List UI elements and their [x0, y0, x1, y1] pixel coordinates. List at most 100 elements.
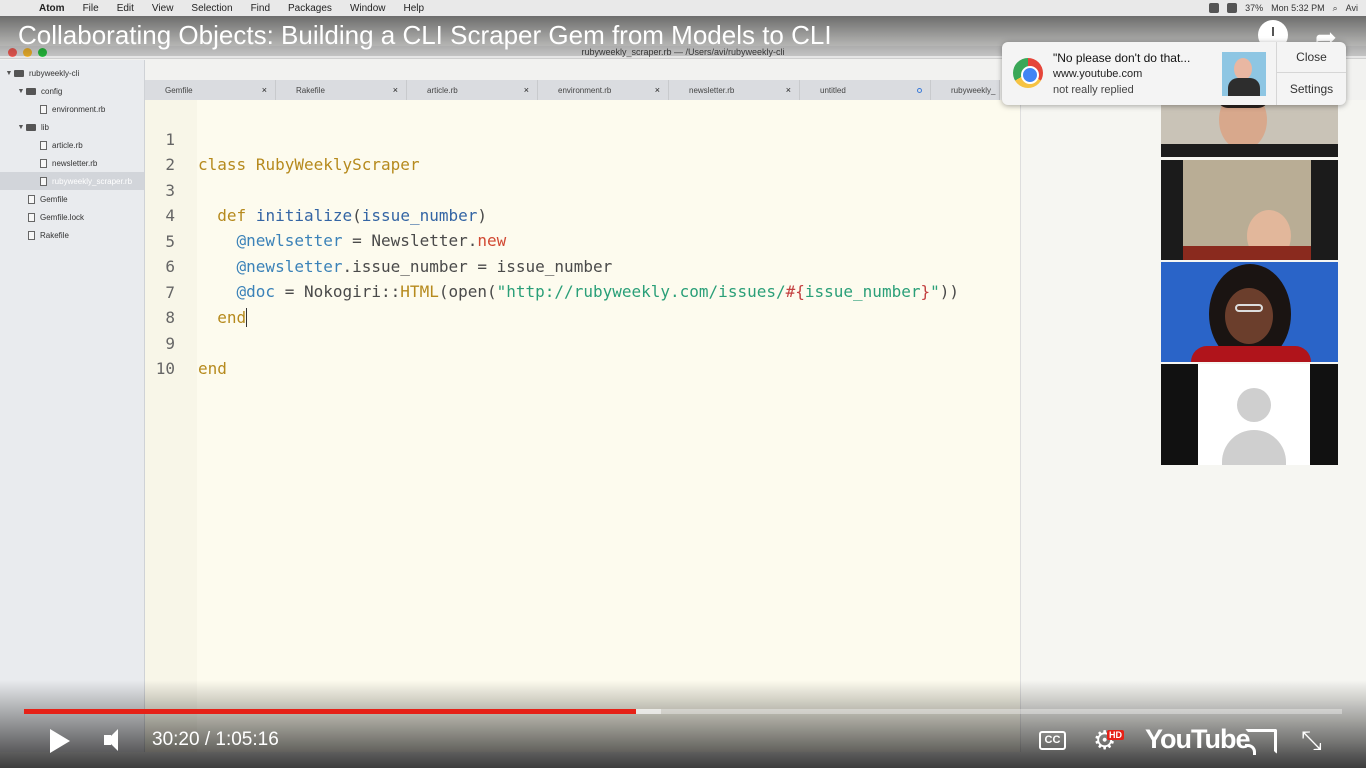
menu-help[interactable]: Help: [395, 3, 434, 14]
macos-menubar: Atom File Edit View Selection Find Packa…: [0, 0, 1366, 16]
tab-environment[interactable]: environment.rb ×: [538, 80, 669, 100]
tree-label: Rakefile: [40, 230, 69, 240]
time-display: 30:20 / 1:05:16: [152, 729, 279, 751]
tree-item-gemfile[interactable]: Gemfile: [0, 190, 144, 208]
tree-item-newsletter[interactable]: newsletter.rb: [0, 154, 144, 172]
code-line[interactable]: 8: [145, 280, 1015, 327]
code-editor[interactable]: 1 class RubyWeeklyScraper 2 3 def initia…: [145, 100, 1020, 752]
code-line[interactable]: 9 end: [145, 306, 1015, 378]
duration: 1:05:16: [215, 729, 279, 750]
tree-label: Gemfile.lock: [40, 212, 85, 222]
code-line[interactable]: 3 def initialize(issue_number): [145, 153, 1015, 225]
volume-icon[interactable]: [104, 728, 128, 752]
hd-badge: HD: [1107, 730, 1124, 740]
avatar-body-icon: [1222, 430, 1286, 465]
notification-close-button[interactable]: Close: [1277, 42, 1346, 73]
time-separator: /: [199, 729, 216, 750]
tree-label: newsletter.rb: [52, 158, 98, 168]
tab-newsletter[interactable]: newsletter.rb ×: [669, 80, 800, 100]
youtube-logo[interactable]: YouTube: [1145, 724, 1250, 755]
tab-untitled[interactable]: untitled: [800, 80, 931, 100]
menu-find[interactable]: Find: [242, 3, 279, 14]
menubar-user[interactable]: Avi: [1346, 3, 1358, 13]
participant-shirt: [1191, 346, 1311, 362]
close-icon[interactable]: ×: [393, 85, 398, 95]
tab-article[interactable]: article.rb ×: [407, 80, 538, 100]
file-icon: [40, 176, 47, 186]
tree-item-project[interactable]: ▼ rubyweekly-cli: [0, 64, 144, 82]
participant-shirt: [1161, 144, 1338, 157]
menubar-clock[interactable]: Mon 5:32 PM: [1271, 3, 1325, 13]
chevron-down-icon: ▼: [17, 123, 25, 131]
file-icon: [40, 158, 47, 168]
tab-gemfile[interactable]: Gemfile ×: [145, 80, 276, 100]
tab-label: untitled: [820, 85, 846, 95]
tree-item-environment[interactable]: environment.rb: [0, 100, 144, 118]
progress-bar[interactable]: [24, 709, 1342, 714]
tree-item-article[interactable]: article.rb: [0, 136, 144, 154]
menu-edit[interactable]: Edit: [108, 3, 143, 14]
chevron-down-icon: ▼: [17, 87, 25, 95]
participant-background: [1311, 160, 1338, 260]
tab-label: rubyweekly_: [951, 85, 996, 95]
notification-avatar: [1222, 52, 1266, 96]
search-icon[interactable]: ⌕: [1333, 3, 1338, 14]
menu-atom[interactable]: Atom: [30, 3, 74, 14]
tree-item-gemfile-lock[interactable]: Gemfile.lock: [0, 208, 144, 226]
battery-percent[interactable]: 37%: [1245, 3, 1263, 13]
close-icon[interactable]: ×: [262, 85, 267, 95]
tree-view: ▼ rubyweekly-cli ▼ config environment.rb…: [0, 60, 145, 752]
dropbox-icon[interactable]: [1209, 3, 1220, 13]
tree-item-lib[interactable]: ▼ lib: [0, 118, 144, 136]
notification-body: not really replied: [1053, 84, 1134, 96]
exit-fullscreen-icon[interactable]: ⤡: [1301, 727, 1329, 755]
file-icon: [28, 230, 35, 240]
tab-label: Rakefile: [296, 85, 325, 95]
file-icon: [28, 194, 35, 204]
menu-view[interactable]: View: [143, 3, 183, 14]
close-icon[interactable]: ×: [655, 85, 660, 95]
cast-icon[interactable]: [1245, 729, 1277, 755]
wifi-icon[interactable]: [1227, 3, 1238, 13]
current-time: 30:20: [152, 729, 200, 750]
keyword: end: [198, 359, 227, 378]
progress-played: [24, 709, 636, 714]
folder-icon: [26, 87, 36, 95]
line-number: 10: [155, 359, 175, 378]
status-tray: 37% Mon 5:32 PM ⌕ Avi: [1209, 0, 1358, 16]
captions-button[interactable]: CC: [1039, 731, 1066, 750]
video-title[interactable]: Collaborating Objects: Building a CLI Sc…: [18, 20, 832, 51]
close-icon[interactable]: ×: [524, 85, 529, 95]
menu-packages[interactable]: Packages: [279, 3, 341, 14]
chrome-notification[interactable]: "No please don't do that... www.youtube.…: [1002, 42, 1346, 105]
close-icon[interactable]: ×: [786, 85, 791, 95]
folder-icon: [14, 69, 24, 77]
menu-file[interactable]: File: [74, 3, 108, 14]
file-icon: [40, 140, 47, 150]
tab-rakefile[interactable]: Rakefile ×: [276, 80, 407, 100]
code-line[interactable]: 7 end: [145, 255, 1015, 327]
code-line[interactable]: 2: [145, 127, 1015, 174]
chrome-icon: [1013, 58, 1043, 88]
avatar: [1198, 364, 1310, 465]
tree-label: config: [41, 86, 63, 96]
menu-window[interactable]: Window: [341, 3, 395, 14]
code-line[interactable]: 4 @newlsetter = Newsletter.new: [145, 178, 1015, 250]
tree-label: environment.rb: [52, 104, 106, 114]
code-line[interactable]: 6 @doc = Nokogiri::HTML(open("http://rub…: [145, 229, 1015, 301]
menu-selection[interactable]: Selection: [182, 3, 241, 14]
modified-dot-icon[interactable]: [917, 87, 922, 93]
code-line[interactable]: 10: [145, 331, 1015, 378]
notification-settings-button[interactable]: Settings: [1277, 74, 1346, 105]
notification-site: www.youtube.com: [1053, 68, 1143, 80]
participant-video-2: [1161, 160, 1338, 260]
play-button[interactable]: [46, 727, 72, 755]
tab-label: article.rb: [427, 85, 458, 95]
tree-item-rakefile[interactable]: Rakefile: [0, 226, 144, 244]
notification-title: "No please don't do that...: [1053, 51, 1191, 65]
code-line[interactable]: 1 class RubyWeeklyScraper: [145, 102, 1015, 174]
tree-item-config[interactable]: ▼ config: [0, 82, 144, 100]
tab-rubyweekly-scraper[interactable]: rubyweekly_: [931, 80, 1000, 100]
code-line[interactable]: 5 @newsletter.issue_number = issue_numbe…: [145, 204, 1015, 276]
tree-item-scraper[interactable]: rubyweekly_scraper.rb: [0, 172, 144, 190]
